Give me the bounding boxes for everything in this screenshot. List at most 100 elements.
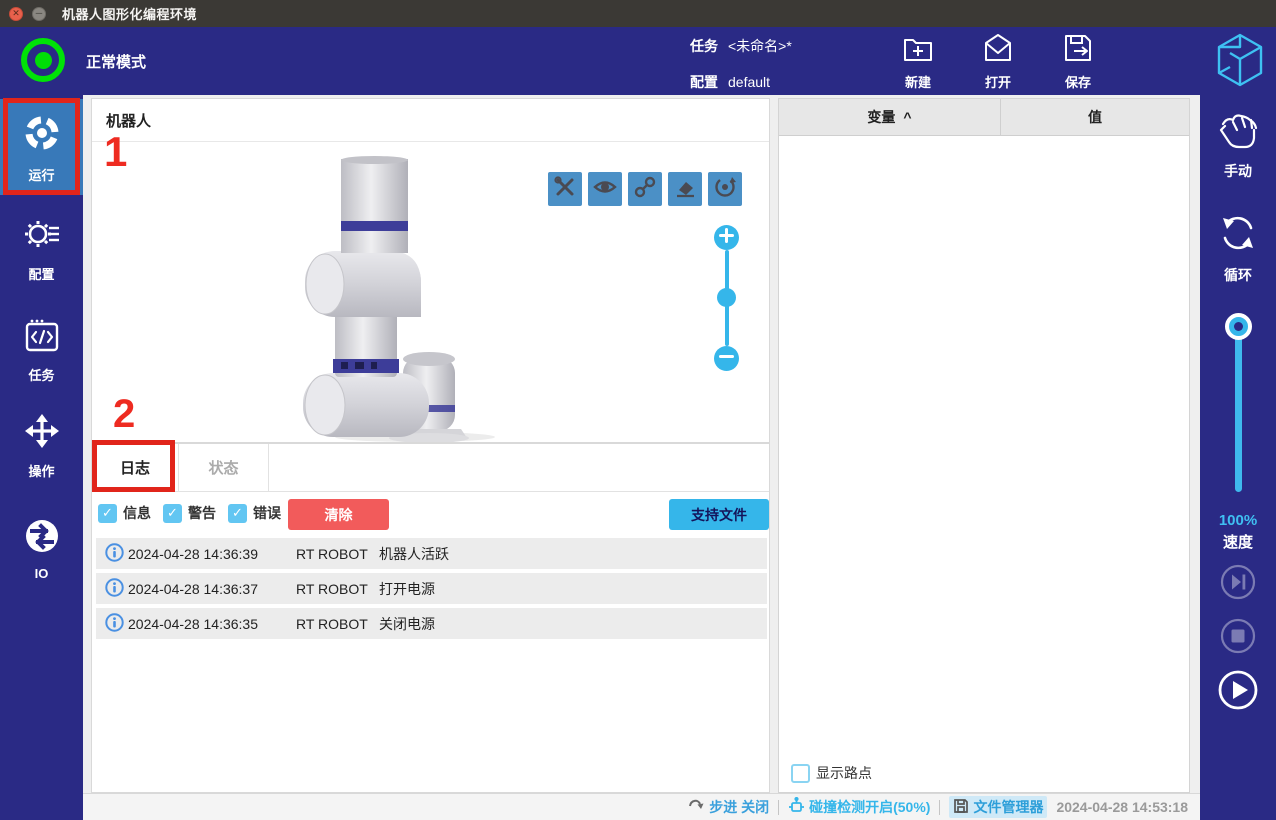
tab-log[interactable]: 日志 [92,444,179,491]
sidebar-item-run[interactable]: 运行 [0,99,83,195]
save-disk-icon [1061,31,1095,70]
manual-mode-button[interactable]: 手动 [1200,110,1276,181]
log-row[interactable]: 2024-04-28 14:36:37 RT ROBOT 打开电源 [96,573,767,604]
collision-detect-status[interactable]: 碰撞检测开启(50%) [788,796,931,817]
show-waypoints-checkbox[interactable] [791,763,810,783]
info-icon [105,542,124,565]
error-checkbox[interactable] [228,503,247,523]
filter-info[interactable]: 信息 [98,503,151,523]
sidebar-item-label: 运行 [28,167,55,183]
close-icon[interactable]: ✕ [9,6,23,21]
warning-checkbox[interactable] [163,503,182,523]
mode-indicator-icon [21,38,65,82]
open-button[interactable]: 打开 [966,31,1030,93]
sort-asc-icon: ^ [903,109,912,125]
filter-info-label: 信息 [123,505,151,521]
robot-arm-3d-view[interactable] [297,147,577,442]
task-label: 任务 [690,38,718,54]
support-file-button[interactable]: 支持文件 [669,499,769,530]
value-column-header[interactable]: 值 [1001,99,1189,136]
step-mode-label: 步进 关闭 [709,799,770,815]
statusbar: 步进 关闭 碰撞检测开启(50%) 文件管理器 2024-04-28 14:53… [83,793,1200,820]
tab-log-label: 日志 [119,460,150,477]
right-sidebar: 手动 循环 100% 速度 [1200,95,1276,820]
loop-mode-label: 循环 [1224,267,1252,283]
sidebar-item-label: IO [34,565,49,581]
minus-icon [719,349,734,369]
log-message: 机器人活跃 [379,545,449,562]
save-label: 保存 [1064,75,1091,90]
header: 正常模式 任务 <未命名>* 配置 default 新建 打开 保存 [0,27,1276,95]
step-mode-status[interactable]: 步进 关闭 [688,797,769,817]
titlebar: ✕ ─ 机器人图形化编程环境 [0,0,1276,27]
sidebar-item-task[interactable]: 任务 [0,315,83,385]
robot-panel-title: 机器人 [106,113,152,130]
show-waypoints-label: 显示路点 [816,765,872,781]
clear-log-button[interactable]: 清除 [288,499,389,530]
speed-slider-track[interactable] [1235,316,1242,492]
minimize-icon[interactable]: ─ [32,6,46,21]
view-tools-button[interactable] [548,172,582,206]
log-source: RT ROBOT [296,615,368,632]
play-button[interactable] [1217,669,1259,711]
file-manager-button[interactable]: 文件管理器 [949,796,1048,818]
zoom-slider-handle[interactable] [717,288,736,307]
brand-logo-icon [1212,29,1268,91]
zoom-out-button[interactable] [714,346,739,371]
file-manager-label: 文件管理器 [973,799,1044,815]
new-task-button[interactable]: 新建 [886,31,950,93]
window-title: 机器人图形化编程环境 [62,7,198,22]
eraser-icon [672,174,698,205]
view-rotate-button[interactable] [708,172,742,206]
sidebar-item-io[interactable]: IO [0,515,83,581]
filter-error-label: 错误 [253,505,281,521]
view-visibility-button[interactable] [588,172,622,206]
speed-percent: 100% [1218,512,1258,529]
log-panel: 日志 状态 信息 警告 错误 清除 支持文件 2024-04-28 14: [91,443,770,793]
view-path-button[interactable] [628,172,662,206]
run-target-icon [20,111,64,160]
step-forward-button[interactable] [1219,563,1257,601]
stop-button[interactable] [1219,617,1257,655]
sidebar-item-operate[interactable]: 操作 [0,410,83,480]
collision-robot-icon [788,796,805,817]
tools-icon [553,175,577,204]
log-message: 关闭电源 [379,615,435,632]
mode-label: 正常模式 [86,54,147,71]
log-time: 2024-04-28 14:36:35 [128,615,258,632]
info-icon [105,577,124,600]
collision-detect-label: 碰撞检测开启(50%) [809,799,931,815]
left-sidebar: 运行 配置 任务 操作 IO [0,95,83,820]
clear-log-label: 清除 [324,506,353,523]
open-envelope-icon [981,31,1015,70]
speed-slider-handle[interactable] [1225,313,1252,340]
file-manager-disk-icon [953,798,969,817]
log-source: RT ROBOT [296,545,368,562]
log-row[interactable]: 2024-04-28 14:36:39 RT ROBOT 机器人活跃 [96,538,767,569]
app-window: ✕ ─ 机器人图形化编程环境 正常模式 任务 <未命名>* 配置 default… [0,0,1276,820]
filter-error[interactable]: 错误 [228,503,281,523]
show-waypoints-toggle[interactable]: 显示路点 [791,763,872,783]
divider [92,141,769,142]
sidebar-item-label: 任务 [28,367,55,383]
task-row: 任务 <未命名>* [690,36,792,56]
open-label: 打开 [984,75,1011,90]
zoom-in-button[interactable] [714,225,739,250]
view-erase-button[interactable] [668,172,702,206]
stop-icon [1220,618,1256,654]
tab-status[interactable]: 状态 [179,444,269,491]
info-checkbox[interactable] [98,503,117,523]
filter-warning[interactable]: 警告 [163,503,216,523]
hand-icon [1215,110,1261,157]
log-row[interactable]: 2024-04-28 14:36:35 RT ROBOT 关闭电源 [96,608,767,639]
step-forward-icon [1220,564,1256,600]
robot-3d-panel: 机器人 [91,98,770,443]
loop-mode-button[interactable]: 循环 [1200,210,1276,285]
new-folder-icon [901,31,935,70]
task-value: <未命名>* [728,38,792,54]
variables-column-header[interactable]: 变量 ^ [779,99,1001,136]
save-button[interactable]: 保存 [1046,31,1110,93]
sidebar-item-config[interactable]: 配置 [0,213,83,283]
sidebar-item-label: 配置 [28,266,55,282]
log-message: 打开电源 [379,580,435,597]
